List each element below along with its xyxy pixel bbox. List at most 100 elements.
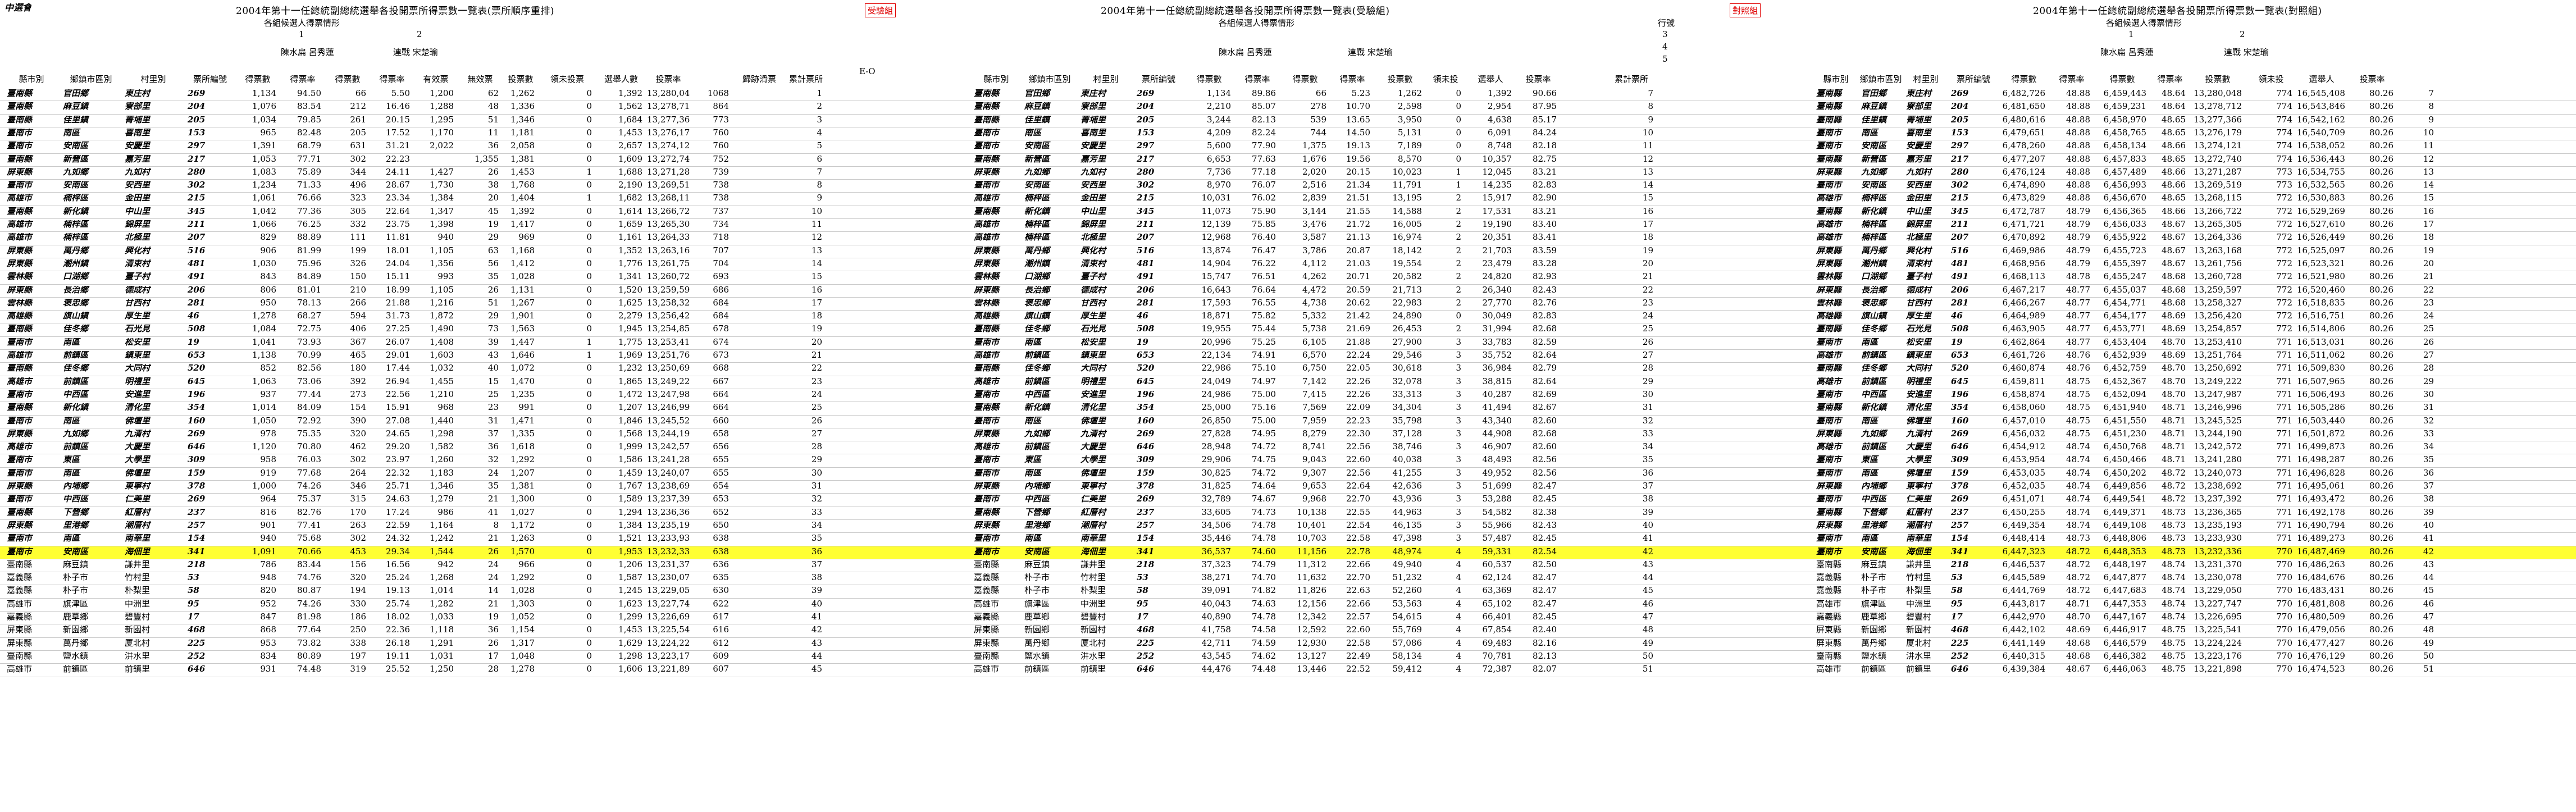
cell-right-p: 508 (1951, 325, 1969, 334)
cell-right-ra1: 6,471,721 (2002, 220, 2045, 229)
cell-mid-mr1: 85.07 (1252, 102, 1276, 111)
cell-right-ra1: 6,446,537 (2002, 560, 2045, 569)
cell-right-d: 新化鎮 (1861, 403, 1887, 412)
cell-right-rt: 13,263,168 (2194, 246, 2242, 255)
cell-left-v: 東庄村 (125, 89, 151, 98)
cell-right-ra2: 6,447,353 (2103, 599, 2146, 608)
cell-right-rr1: 48.76 (2066, 351, 2090, 359)
cell-left-a2: 170 (350, 508, 366, 517)
cell-left-el: 1,232 (618, 364, 642, 373)
cell-mid-me: 15,917 (1482, 194, 1512, 203)
cell-mid-mn: 51 (1642, 665, 1653, 674)
cell-right-rr1: 48.77 (2066, 298, 2090, 307)
cell-left-r1: 74.26 (297, 482, 321, 490)
cell-mid-me: 20,351 (1482, 233, 1512, 242)
cell-mid-mu: 3 (1456, 534, 1461, 543)
cell-mid-mr2: 22.52 (1346, 665, 1370, 674)
cell-left-v: 大學里 (125, 455, 151, 464)
cell-left-c: 屏東縣 (7, 246, 33, 255)
cell-mid-mr2: 19.56 (1346, 154, 1370, 163)
cell-right-ru: 771 (2276, 482, 2292, 490)
cell-left-c: 臺南市 (7, 390, 33, 399)
cell-right-ra1: 6,469,986 (2002, 246, 2045, 255)
cell-left-r2: 22.32 (386, 468, 410, 477)
cell-right-rr2: 48.71 (2162, 403, 2186, 412)
cell-mid-me: 6,091 (1488, 128, 1512, 137)
cell-left-rt: 13,233,930 (647, 534, 690, 543)
cell-mid-mr2: 22.58 (1346, 638, 1370, 647)
cell-left-a2: 266 (350, 298, 366, 307)
cell-mid-mr2: 22.70 (1346, 495, 1370, 504)
cell-mid-mu: 3 (1456, 468, 1461, 477)
cell-mid-mrt: 82.90 (1533, 194, 1557, 203)
cand-1-mid: 陳水扁 呂秀蓮 (1219, 47, 1272, 57)
cell-right-rr1: 48.68 (2066, 651, 2090, 660)
cell-right-v: 南華里 (1906, 534, 1932, 543)
cell-left-el: 1,953 (618, 547, 642, 556)
cell-left-d: 朴子市 (63, 573, 89, 582)
cell-mid-c: 臺南市 (974, 455, 1000, 464)
cell-right-p: 153 (1951, 128, 1969, 137)
cell-mid-c: 屏東縣 (974, 429, 1000, 438)
cell-right-rr1: 48.79 (2066, 220, 2090, 229)
cell-mid-v: 佛壇里 (1080, 416, 1106, 425)
cell-mid-p: 196 (1137, 390, 1155, 399)
cell-left-a2: 496 (350, 181, 366, 190)
title-mid: 2004年第十一任總統副總統選舉各投開票所得票數一覽表(受驗組) (1101, 6, 1390, 17)
col-header-mid: 鄉鎮市區別 (1028, 75, 1071, 84)
cell-mid-ma1: 11,073 (1201, 207, 1232, 216)
cell-right-ra2: 6,457,489 (2103, 167, 2146, 176)
cell-mid-p: 378 (1137, 482, 1155, 490)
cell-left-acc: 14 (811, 259, 822, 268)
cell-right-ra1: 6,482,726 (2002, 89, 2045, 98)
cell-left-lu: 0 (586, 665, 592, 674)
cell-mid-mn: 36 (1642, 468, 1653, 477)
cell-left-vt: 1,031 (430, 651, 454, 660)
cell-left-el: 1,521 (618, 534, 642, 543)
cell-mid-mr1: 74.60 (1252, 547, 1276, 556)
row-divider (0, 192, 2576, 193)
cell-left-vt: 1,210 (430, 390, 454, 399)
cell-right-c: 臺南市 (1816, 142, 1842, 150)
cell-mid-mrt: 82.54 (1533, 547, 1557, 556)
cell-right-rrt: 80.26 (2369, 154, 2393, 163)
cell-left-a2: 194 (350, 586, 366, 595)
cell-mid-c: 高雄市 (974, 351, 1000, 359)
cell-left-a2: 205 (350, 128, 366, 137)
cell-right-rt: 13,276,179 (2194, 128, 2242, 137)
cand-1-right: 陳水扁 呂秀蓮 (2100, 47, 2154, 57)
cell-left-acc: 16 (811, 285, 822, 294)
cell-right-ra2: 6,449,371 (2103, 508, 2146, 517)
cell-left-r2: 11.81 (386, 233, 410, 242)
cell-left-x: 738 (713, 181, 729, 190)
cell-left-a1: 940 (260, 534, 276, 543)
cell-mid-mr1: 74.95 (1252, 429, 1276, 438)
cell-right-p: 154 (1951, 534, 1969, 543)
cell-left-c: 屏東縣 (7, 429, 33, 438)
cell-left-lu: 0 (586, 115, 592, 124)
cell-right-ra1: 6,440,315 (2002, 651, 2045, 660)
row-divider (0, 336, 2576, 337)
cell-left-lu: 0 (586, 613, 592, 621)
cell-right-v: 朴梨里 (1906, 586, 1932, 595)
cell-left-a1: 953 (260, 638, 276, 647)
cell-right-ra1: 6,468,113 (2002, 272, 2045, 281)
cell-left-acc: 28 (811, 443, 822, 451)
cell-mid-ma1: 37,323 (1201, 560, 1232, 569)
cell-mid-ma2: 4,262 (1302, 272, 1326, 281)
cell-mid-me: 19,190 (1482, 220, 1512, 229)
cell-left-r2: 28.67 (386, 181, 410, 190)
cell-right-p: 211 (1951, 220, 1969, 229)
cell-right-d: 九如鄉 (1861, 167, 1887, 176)
cell-left-acc: 17 (811, 298, 822, 307)
cell-left-lu: 0 (586, 272, 592, 281)
cell-left-tot: 1,131 (510, 285, 535, 294)
col-header-right: 鄉鎮市區別 (1859, 75, 1902, 84)
cell-right-rr2: 48.74 (2162, 560, 2186, 569)
cell-left-a2: 66 (355, 89, 366, 98)
cell-mid-mrt: 82.83 (1533, 312, 1557, 321)
cell-right-ra2: 6,449,541 (2103, 495, 2146, 504)
cell-mid-mn: 35 (1642, 455, 1653, 464)
cell-right-rt: 13,250,692 (2194, 364, 2242, 373)
cell-left-r2: 23.97 (386, 455, 410, 464)
